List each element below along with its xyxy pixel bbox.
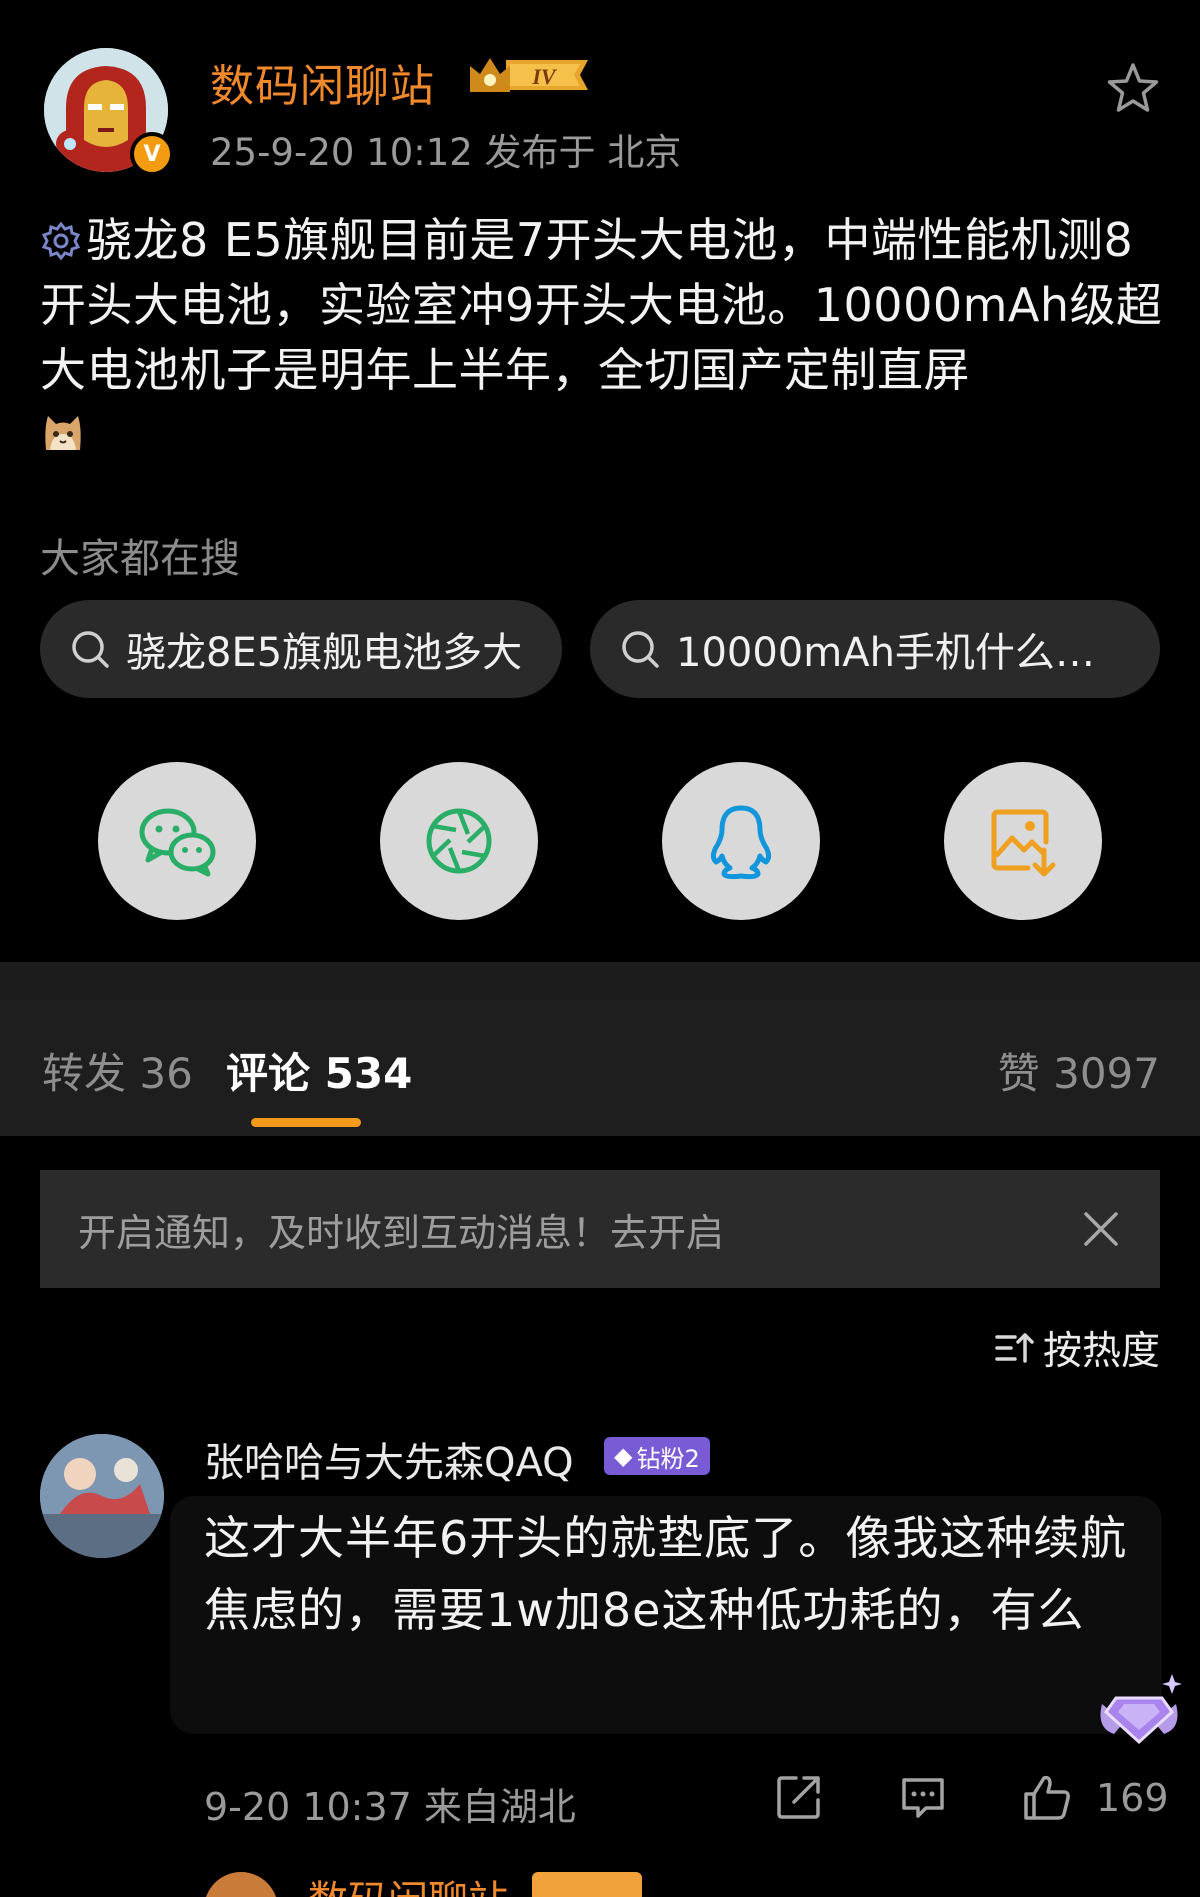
fan-level-badge: ◆ 钻粉2 — [604, 1437, 710, 1475]
author-name[interactable]: 数码闲聊站 — [210, 50, 435, 114]
post-text-body: 骁龙8 E5旗舰目前是7开头大电池，中端性能机测8开头大电池，实验室冲9开头大电… — [40, 213, 1163, 397]
section-divider — [0, 962, 1200, 1000]
post-text: 骁龙8 E5旗舰目前是7开头大电池，中端性能机测8开头大电池，实验室冲9开头大电… — [40, 208, 1170, 403]
diamond-icon: ◆ — [614, 1442, 633, 1470]
qq-icon — [710, 805, 772, 880]
verified-badge: V — [130, 132, 174, 176]
repost-icon[interactable] — [774, 1772, 824, 1822]
search-icon — [72, 631, 109, 668]
author-avatar-wrap[interactable]: V — [44, 48, 174, 176]
sort-icon — [995, 1333, 1034, 1363]
trending-chip-label: 10000mAh手机什么时候上市 — [676, 630, 1132, 676]
thumbs-up-icon[interactable] — [1022, 1772, 1072, 1822]
tab-comment[interactable]: 评论 534 — [226, 1040, 412, 1101]
level-crown-badge: IV — [470, 58, 588, 92]
comment-text: 这才大半年6开头的就垫底了。像我这种续航焦虑的，需要1w加8e这种低功耗的，有么 — [204, 1502, 1144, 1646]
wechat-icon — [139, 808, 216, 877]
tab-repost[interactable]: 转发 36 — [42, 1040, 193, 1101]
post-meta: 25-9-20 10:12 发布于 北京 — [210, 131, 682, 174]
cat-emoji-icon — [45, 416, 81, 450]
reply-avatar[interactable] — [204, 1872, 278, 1897]
comment-time-location: 9-20 10:37 来自湖北 — [204, 1785, 576, 1829]
notification-text[interactable]: 开启通知，及时收到互动消息！去开启 — [78, 1202, 724, 1257]
sort-label: 按热度 — [1042, 1329, 1160, 1374]
comment-icon[interactable] — [898, 1772, 948, 1822]
tab-like[interactable]: 赞 3097 — [998, 1040, 1160, 1101]
trending-chip[interactable]: 骁龙8E5旗舰电池多大 — [40, 600, 562, 698]
topic-gear-icon — [41, 221, 81, 261]
comment-like-count: 169 — [1096, 1776, 1169, 1820]
favorite-star-icon[interactable] — [1104, 60, 1162, 118]
level-badge-text: IV — [531, 64, 558, 89]
share-moments-button[interactable] — [380, 762, 538, 920]
fan-level-label: 钻粉2 — [636, 1444, 700, 1473]
search-icon — [622, 631, 659, 668]
trending-chip[interactable]: 10000mAh手机什么时候上市 — [590, 600, 1160, 698]
active-tab-indicator — [251, 1118, 361, 1127]
trending-chip-label: 骁龙8E5旗舰电池多大 — [126, 630, 523, 676]
sort-by-heat-button[interactable]: 按热度 — [993, 1320, 1160, 1376]
comment-avatar[interactable] — [40, 1434, 164, 1558]
share-wechat-button[interactable] — [98, 762, 256, 920]
engagement-tabs: 转发 36 评论 534 赞 3097 — [0, 1000, 1200, 1136]
moments-icon — [426, 808, 492, 874]
share-qq-button[interactable] — [662, 762, 820, 920]
comment-author[interactable]: 张哈哈与大先森QAQ — [204, 1430, 574, 1488]
share-save-image-button[interactable] — [944, 762, 1102, 920]
save-image-icon — [991, 809, 1056, 877]
reply-author[interactable]: 数码闲聊站 — [308, 1868, 508, 1897]
comment-avatar-image — [40, 1434, 164, 1558]
diamond-fan-decoration-icon — [1100, 1674, 1182, 1745]
comment-text-body: 这才大半年6开头的就垫底了。像我这种续航焦虑的，需要1w加8e这种低功耗的，有么 — [204, 1511, 1128, 1637]
reply-author-badge — [532, 1872, 642, 1897]
close-icon[interactable] — [1080, 1208, 1122, 1250]
notification-banner[interactable]: 开启通知，及时收到互动消息！去开启 — [40, 1170, 1160, 1288]
trending-title: 大家都在搜 — [40, 536, 240, 582]
